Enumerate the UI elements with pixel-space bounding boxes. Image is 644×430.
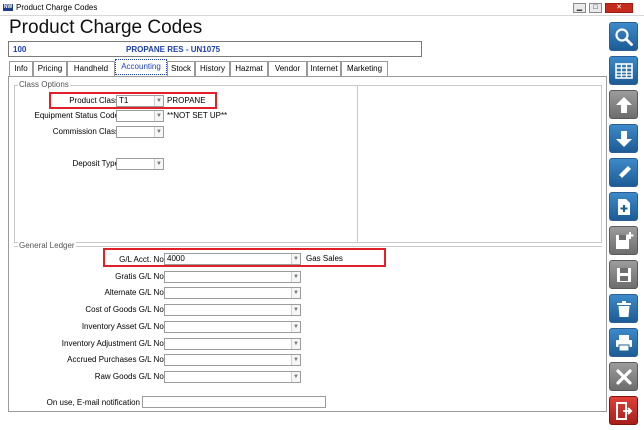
- chevron-down-icon[interactable]: ▼: [291, 372, 300, 382]
- product-description: PROPANE RES - UN1075: [126, 45, 221, 54]
- cancel-icon: [615, 368, 632, 385]
- tab-pricing[interactable]: Pricing: [33, 61, 67, 76]
- chevron-down-icon[interactable]: ▼: [154, 111, 163, 121]
- chevron-down-icon[interactable]: ▼: [291, 355, 300, 365]
- inventory-asset-gl-select[interactable]: ▼: [164, 321, 301, 333]
- arrow-up-icon: [615, 96, 632, 113]
- edit-button[interactable]: [609, 158, 638, 187]
- window-title: Product Charge Codes: [16, 3, 98, 12]
- deposit-type-label: Deposit Type: [72, 159, 119, 168]
- inventory-adjustment-gl-label: Inventory Adjustment G/L No.: [61, 339, 166, 348]
- page-title: Product Charge Codes: [9, 17, 203, 38]
- equipment-status-label: Equipment Status Code: [34, 111, 120, 120]
- minimize-button[interactable]: ▁: [573, 3, 586, 13]
- cost-of-goods-gl-label: Cost of Goods G/L No.: [85, 305, 166, 314]
- accounting-panel: Class Options Product Class T1 ▼ PROPANE…: [8, 76, 607, 412]
- tab-vendor[interactable]: Vendor: [268, 61, 307, 76]
- product-id-bar: 100 PROPANE RES - UN1075: [8, 41, 422, 57]
- exit-icon: [615, 401, 632, 420]
- previous-record-button[interactable]: [609, 90, 638, 119]
- alternate-gl-label: Alternate G/L No.: [104, 288, 166, 297]
- app-icon: NW: [3, 4, 13, 11]
- accrued-purchases-gl-label: Accrued Purchases G/L No.: [67, 355, 166, 364]
- equipment-status-desc: **NOT SET UP**: [167, 111, 228, 120]
- grid-icon: [614, 62, 633, 79]
- save-button[interactable]: [609, 260, 638, 289]
- general-ledger-title: General Ledger: [18, 241, 76, 250]
- new-record-button[interactable]: [609, 192, 638, 221]
- chevron-down-icon[interactable]: ▼: [291, 288, 300, 298]
- new-document-icon: [617, 198, 630, 215]
- chevron-down-icon[interactable]: ▼: [291, 339, 300, 349]
- tab-handheld[interactable]: Handheld: [67, 61, 115, 76]
- tab-marketing[interactable]: Marketing: [341, 61, 388, 76]
- gratis-gl-select[interactable]: ▼: [164, 271, 301, 283]
- chevron-down-icon[interactable]: ▼: [154, 159, 163, 169]
- commission-class-label: Commission Class: [52, 127, 119, 136]
- email-notification-input[interactable]: [142, 396, 326, 408]
- next-record-button[interactable]: [609, 124, 638, 153]
- chevron-down-icon[interactable]: ▼: [291, 305, 300, 315]
- equipment-status-select[interactable]: ▼: [116, 110, 164, 122]
- cancel-button[interactable]: [609, 362, 638, 391]
- tab-stock[interactable]: Stock: [167, 61, 195, 76]
- highlight-gl-acct: [103, 248, 386, 267]
- print-button[interactable]: [609, 328, 638, 357]
- chevron-down-icon[interactable]: ▼: [291, 272, 300, 282]
- accrued-purchases-gl-select[interactable]: ▼: [164, 354, 301, 366]
- arrow-down-icon: [615, 130, 632, 147]
- raw-goods-gl-label: Raw Goods G/L No.: [94, 372, 166, 381]
- tab-accounting[interactable]: Accounting: [115, 59, 167, 75]
- email-notification-label: On use, E-mail notification: [46, 398, 140, 407]
- highlight-product-class: [49, 92, 217, 109]
- chevron-down-icon[interactable]: ▼: [291, 322, 300, 332]
- alternate-gl-select[interactable]: ▼: [164, 287, 301, 299]
- save-icon: [616, 267, 631, 282]
- commission-class-select[interactable]: ▼: [116, 126, 164, 138]
- close-window-button[interactable]: ✕: [605, 3, 633, 13]
- maximize-button[interactable]: □: [589, 3, 602, 13]
- inventory-adjustment-gl-select[interactable]: ▼: [164, 338, 301, 350]
- tab-hazmat[interactable]: Hazmat: [230, 61, 268, 76]
- add-save-button[interactable]: [609, 226, 638, 255]
- tab-history[interactable]: History: [195, 61, 230, 76]
- grid-view-button[interactable]: [609, 56, 638, 85]
- gratis-gl-label: Gratis G/L No.: [115, 272, 166, 281]
- deposit-type-select[interactable]: ▼: [116, 158, 164, 170]
- tab-internet[interactable]: Internet: [307, 61, 341, 76]
- raw-goods-gl-select[interactable]: ▼: [164, 371, 301, 383]
- chevron-down-icon[interactable]: ▼: [154, 127, 163, 137]
- print-icon: [615, 334, 632, 351]
- delete-icon: [616, 300, 631, 317]
- search-button[interactable]: [609, 22, 638, 51]
- product-code: 100: [13, 45, 27, 54]
- exit-button[interactable]: [609, 396, 638, 425]
- tab-info[interactable]: Info: [9, 61, 33, 76]
- cost-of-goods-gl-select[interactable]: ▼: [164, 304, 301, 316]
- class-options-title: Class Options: [18, 80, 70, 89]
- add-save-icon: [615, 231, 633, 249]
- inventory-asset-gl-label: Inventory Asset G/L No.: [81, 322, 166, 331]
- search-icon: [614, 27, 633, 46]
- delete-button[interactable]: [609, 294, 638, 323]
- pencil-icon: [617, 165, 631, 179]
- window-titlebar: NW Product Charge Codes ▁ □ ✕: [0, 0, 644, 16]
- class-options-right-pane: [357, 85, 602, 243]
